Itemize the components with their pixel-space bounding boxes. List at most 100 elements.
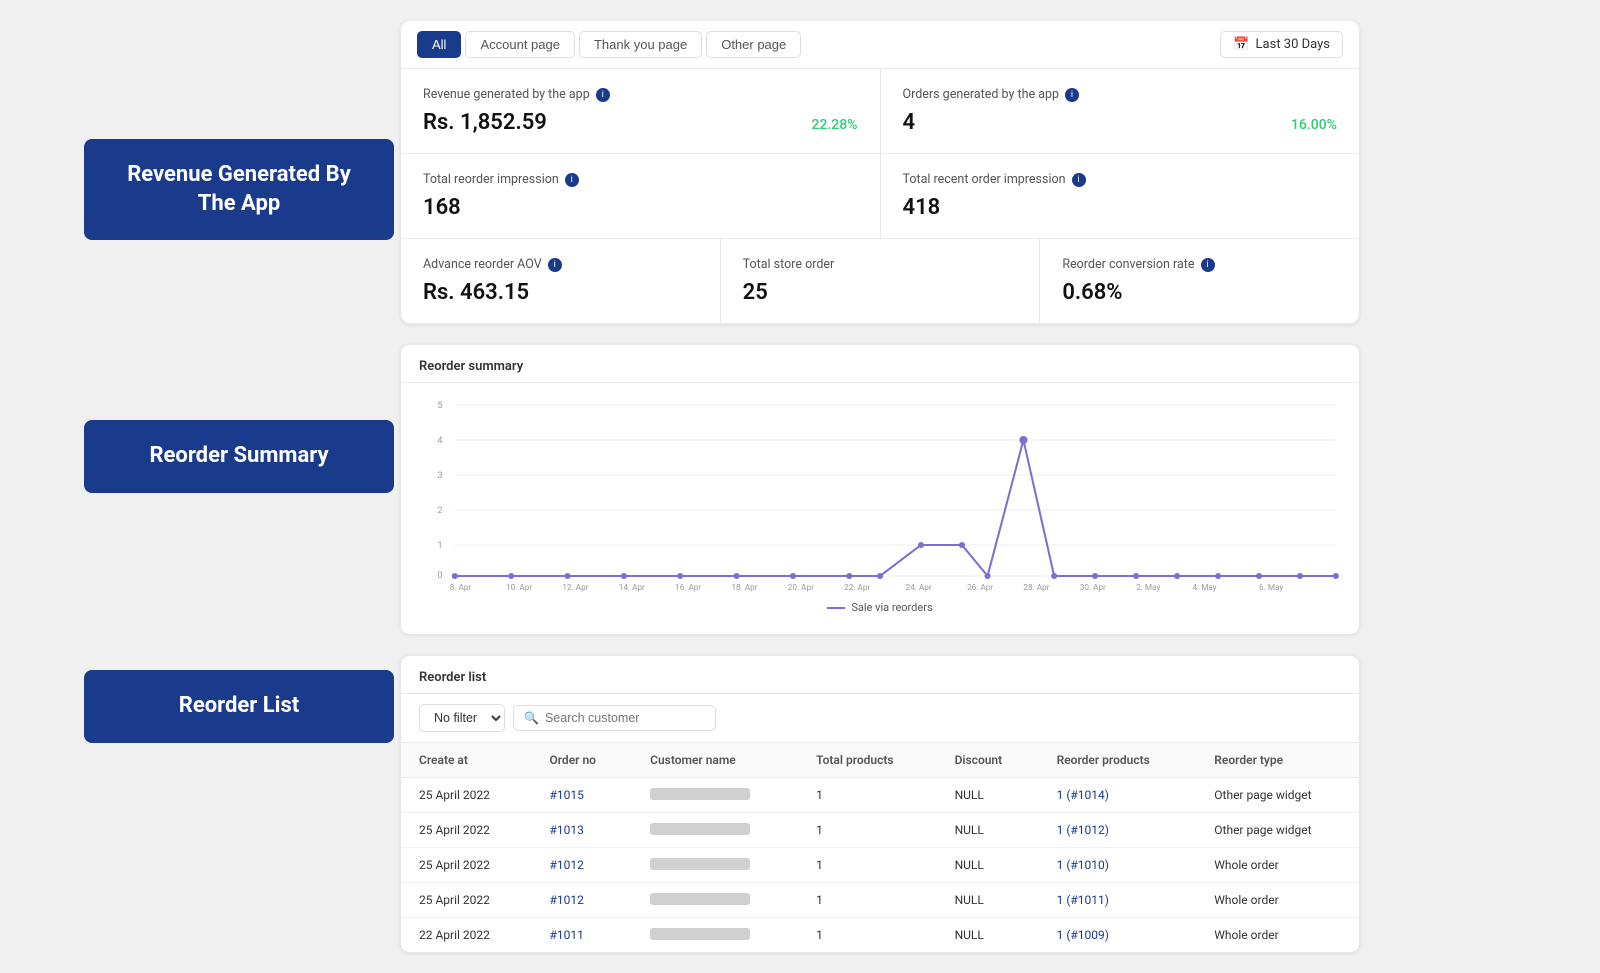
main-content: All Account page Thank you page Other pa… xyxy=(400,20,1360,973)
tab-other[interactable]: Other page xyxy=(706,31,801,58)
cell-create-at: 25 April 2022 xyxy=(401,778,531,813)
metric-recent-impression-label: Total recent order impression xyxy=(903,172,1066,187)
date-filter-label: Last 30 Days xyxy=(1256,37,1330,52)
cell-discount: NULL xyxy=(937,848,1039,883)
tab-all[interactable]: All xyxy=(417,31,461,58)
cell-create-at: 22 April 2022 xyxy=(401,918,531,953)
stats-card: All Account page Thank you page Other pa… xyxy=(400,20,1360,324)
revenue-label: Revenue Generated By The App xyxy=(84,139,394,240)
metric-aov-info[interactable]: i xyxy=(548,258,562,272)
chart-area: 5 4 3 2 1 0 xyxy=(401,383,1359,634)
metric-conversion-rate-info[interactable]: i xyxy=(1201,258,1215,272)
svg-text:24. Apr: 24. Apr xyxy=(906,582,932,592)
col-reorder-type: Reorder type xyxy=(1196,743,1359,778)
svg-text:28. Apr: 28. Apr xyxy=(1023,582,1049,592)
metrics-row-1: Revenue generated by the app i Rs. 1,852… xyxy=(401,69,1359,154)
cell-reorder-products[interactable]: 1 (#1009) xyxy=(1039,918,1197,953)
cell-customer-name: BLURRED xyxy=(632,778,798,813)
tab-account[interactable]: Account page xyxy=(465,31,575,58)
metric-orders-info[interactable]: i xyxy=(1065,88,1079,102)
svg-text:18. Apr: 18. Apr xyxy=(731,582,757,592)
svg-text:14. Apr: 14. Apr xyxy=(619,582,645,592)
metrics-row-3: Advance reorder AOV i Rs. 463.15 Total s… xyxy=(401,239,1359,323)
metric-recent-impression-info[interactable]: i xyxy=(1072,173,1086,187)
cell-order-no[interactable]: #1013 xyxy=(531,813,632,848)
col-total-products: Total products xyxy=(798,743,936,778)
list-controls: No filter 🔍 xyxy=(401,694,1359,743)
cell-create-at: 25 April 2022 xyxy=(401,813,531,848)
date-filter[interactable]: 📅 Last 30 Days xyxy=(1220,31,1343,58)
metric-reorder-impression-label: Total reorder impression xyxy=(423,172,559,187)
svg-text:4: 4 xyxy=(437,436,442,446)
cell-reorder-type: Whole order xyxy=(1196,883,1359,918)
cell-reorder-products[interactable]: 1 (#1011) xyxy=(1039,883,1197,918)
svg-text:22. Apr: 22. Apr xyxy=(844,582,870,592)
svg-text:2. May: 2. May xyxy=(1136,582,1160,592)
cell-discount: NULL xyxy=(937,918,1039,953)
metric-orders-change: 16.00% xyxy=(1291,117,1337,133)
cell-reorder-products[interactable]: 1 (#1010) xyxy=(1039,848,1197,883)
tab-thankyou[interactable]: Thank you page xyxy=(579,31,702,58)
metric-revenue-label: Revenue generated by the app xyxy=(423,87,590,102)
metric-conversion-rate-label: Reorder conversion rate xyxy=(1062,257,1194,272)
tabs-left: All Account page Thank you page Other pa… xyxy=(417,31,801,58)
cell-order-no[interactable]: #1012 xyxy=(531,848,632,883)
svg-text:5: 5 xyxy=(437,401,442,411)
cell-discount: NULL xyxy=(937,883,1039,918)
svg-text:26. Apr: 26. Apr xyxy=(967,582,993,592)
cell-create-at: 25 April 2022 xyxy=(401,848,531,883)
search-input[interactable] xyxy=(545,711,705,725)
filter-select[interactable]: No filter xyxy=(419,704,505,732)
table-header: Create at Order no Customer name Total p… xyxy=(401,743,1359,778)
metric-reorder-impression-value: 168 xyxy=(423,195,461,220)
reorder-table: Create at Order no Customer name Total p… xyxy=(401,743,1359,952)
cell-order-no[interactable]: #1012 xyxy=(531,883,632,918)
table-body: 25 April 2022 #1015 BLURRED 1 NULL 1 (#1… xyxy=(401,778,1359,953)
svg-text:10. Apr: 10. Apr xyxy=(506,582,532,592)
metric-store-order-label: Total store order xyxy=(743,257,835,272)
cell-reorder-products[interactable]: 1 (#1014) xyxy=(1039,778,1197,813)
metric-reorder-impression-info[interactable]: i xyxy=(565,173,579,187)
col-customer-name: Customer name xyxy=(632,743,798,778)
reorder-list-title: Reorder list xyxy=(401,656,1359,694)
metric-recent-impression: Total recent order impression i 418 xyxy=(881,154,1360,238)
reorder-summary-title: Reorder summary xyxy=(401,345,1359,383)
reorder-summary-label: Reorder Summary xyxy=(84,420,394,493)
col-reorder-products: Reorder products xyxy=(1039,743,1197,778)
chart-legend: Sale via reorders xyxy=(419,601,1341,614)
cell-total-products: 1 xyxy=(798,813,936,848)
cell-customer-name: BLURRED xyxy=(632,918,798,953)
cell-order-no[interactable]: #1015 xyxy=(531,778,632,813)
metric-revenue-info[interactable]: i xyxy=(596,88,610,102)
legend-label: Sale via reorders xyxy=(851,601,932,614)
svg-text:6. May: 6. May xyxy=(1259,582,1283,592)
cell-create-at: 25 April 2022 xyxy=(401,883,531,918)
table-row: 25 April 2022 #1015 BLURRED 1 NULL 1 (#1… xyxy=(401,778,1359,813)
cell-order-no[interactable]: #1011 xyxy=(531,918,632,953)
cell-discount: NULL xyxy=(937,813,1039,848)
metric-aov-label: Advance reorder AOV xyxy=(423,257,542,272)
cell-reorder-products[interactable]: 1 (#1012) xyxy=(1039,813,1197,848)
cell-customer-name: BLURRED xyxy=(632,848,798,883)
metric-recent-impression-value: 418 xyxy=(903,195,941,220)
reorder-list-label: Reorder List xyxy=(84,670,394,743)
svg-text:12. Apr: 12. Apr xyxy=(562,582,588,592)
cell-total-products: 1 xyxy=(798,883,936,918)
svg-text:3: 3 xyxy=(437,471,442,481)
cell-reorder-type: Whole order xyxy=(1196,848,1359,883)
metric-store-order: Total store order 25 xyxy=(721,239,1041,323)
col-discount: Discount xyxy=(937,743,1039,778)
cell-reorder-type: Whole order xyxy=(1196,918,1359,953)
cell-reorder-type: Other page widget xyxy=(1196,813,1359,848)
tab-bar: All Account page Thank you page Other pa… xyxy=(401,21,1359,69)
metric-orders-label: Orders generated by the app xyxy=(903,87,1060,102)
table-row: 25 April 2022 #1013 BLURRED 1 NULL 1 (#1… xyxy=(401,813,1359,848)
cell-total-products: 1 xyxy=(798,918,936,953)
metric-conversion-rate-value: 0.68% xyxy=(1062,280,1122,305)
metric-revenue-change: 22.28% xyxy=(811,117,857,133)
svg-text:20. Apr: 20. Apr xyxy=(788,582,814,592)
metrics-row-2: Total reorder impression i 168 Total rec… xyxy=(401,154,1359,239)
cell-discount: NULL xyxy=(937,778,1039,813)
legend-line xyxy=(827,607,845,609)
cell-reorder-type: Other page widget xyxy=(1196,778,1359,813)
